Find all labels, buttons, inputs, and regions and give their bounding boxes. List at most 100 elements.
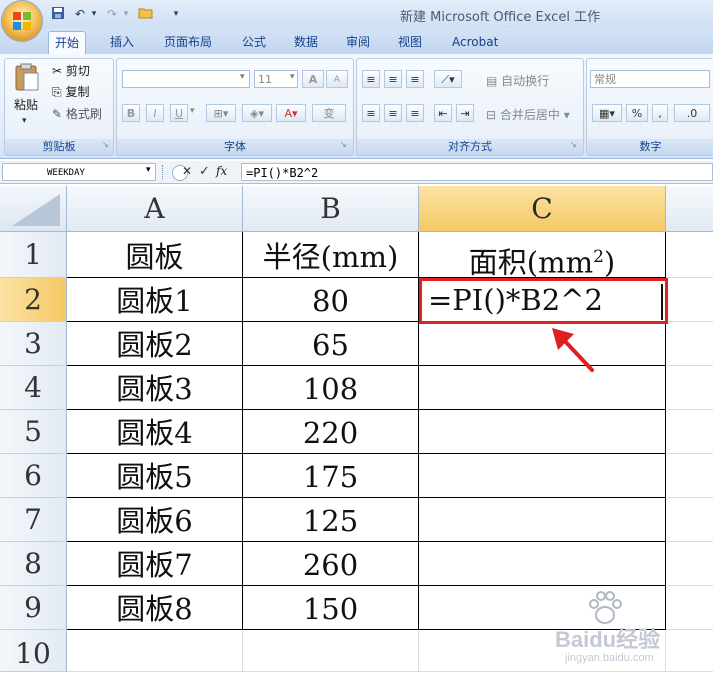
cell-b4[interactable]: 108 (243, 366, 419, 410)
increase-decimal-button[interactable]: .0 (674, 104, 710, 122)
column-header-c[interactable]: C (419, 186, 666, 232)
row-header-9[interactable]: 9 (0, 586, 67, 630)
number-format-combo[interactable]: 常规 (590, 70, 710, 88)
paste-icon[interactable] (12, 62, 42, 92)
name-box-dropdown-icon[interactable]: ▾ (146, 165, 151, 175)
align-left-button[interactable]: ≡ (362, 104, 380, 122)
comma-button[interactable]: , (652, 104, 668, 122)
cell-c7[interactable] (419, 498, 666, 542)
cell-d4[interactable] (666, 366, 713, 410)
cell-b9[interactable]: 150 (243, 586, 419, 630)
name-box[interactable]: WEEKDAY (2, 163, 156, 181)
cell-d7[interactable] (666, 498, 713, 542)
font-launcher-icon[interactable]: ↘ (340, 140, 347, 149)
cell-d3[interactable] (666, 322, 713, 366)
copy-button[interactable]: ⎘ 复制 (52, 83, 89, 100)
format-painter-button[interactable]: ✎ 格式刷 (52, 105, 102, 122)
cell-b7[interactable]: 125 (243, 498, 419, 542)
cell-a8[interactable]: 圆板7 (67, 542, 243, 586)
column-header-d[interactable] (666, 186, 713, 232)
row-header-1[interactable]: 1 (0, 232, 67, 278)
align-right-button[interactable]: ≡ (406, 104, 424, 122)
office-button[interactable] (2, 1, 42, 41)
middle-align-button[interactable]: ≡ (384, 70, 402, 88)
cell-c5[interactable] (419, 410, 666, 454)
cell-a6[interactable]: 圆板5 (67, 454, 243, 498)
row-header-7[interactable]: 7 (0, 498, 67, 542)
open-folder-icon[interactable] (138, 6, 154, 22)
cell-d5[interactable] (666, 410, 713, 454)
formula-bar-splitter[interactable] (162, 165, 171, 179)
tab-data[interactable]: 数据 (288, 31, 324, 53)
cell-a5[interactable]: 圆板4 (67, 410, 243, 454)
shrink-font-button[interactable]: A (326, 70, 348, 88)
tab-view[interactable]: 视图 (392, 31, 428, 53)
cell-a1[interactable]: 圆板 (67, 232, 243, 278)
cut-button[interactable]: ✂ 剪切 (52, 62, 90, 79)
cell-b8[interactable]: 260 (243, 542, 419, 586)
underline-dropdown-icon[interactable]: ▾ (190, 106, 195, 116)
tab-review[interactable]: 审阅 (340, 31, 376, 53)
font-name-dropdown-icon[interactable]: ▾ (240, 72, 245, 82)
cell-b1[interactable]: 半径(mm) (243, 232, 419, 278)
wrap-text-button[interactable]: ▤ 自动换行 (486, 72, 549, 89)
row-header-8[interactable]: 8 (0, 542, 67, 586)
merge-center-button[interactable]: ⊟ 合并后居中 ▾ (486, 106, 570, 123)
paste-dropdown-icon[interactable]: ▾ (22, 116, 27, 126)
cell-b5[interactable]: 220 (243, 410, 419, 454)
top-align-button[interactable]: ≡ (362, 70, 380, 88)
bottom-align-button[interactable]: ≡ (406, 70, 424, 88)
clipboard-launcher-icon[interactable]: ↘ (102, 140, 109, 149)
row-header-3[interactable]: 3 (0, 322, 67, 366)
cell-a3[interactable]: 圆板2 (67, 322, 243, 366)
cell-b2[interactable]: 80 (243, 278, 419, 322)
cell-b6[interactable]: 175 (243, 454, 419, 498)
align-center-button[interactable]: ≡ (384, 104, 402, 122)
cell-c1[interactable]: 面积(mm2) (419, 232, 666, 278)
phonetic-button[interactable]: 变 (312, 104, 346, 122)
customize-icon[interactable]: ▾ (168, 6, 184, 22)
row-header-10[interactable]: 10 (0, 630, 67, 672)
row-header-6[interactable]: 6 (0, 454, 67, 498)
column-header-a[interactable]: A (67, 186, 243, 232)
underline-button[interactable]: U (170, 104, 188, 122)
cell-a7[interactable]: 圆板6 (67, 498, 243, 542)
orientation-button[interactable]: ⟋▾ (434, 70, 462, 88)
borders-button[interactable]: ⊞▾ (206, 104, 236, 122)
column-header-b[interactable]: B (243, 186, 419, 232)
currency-button[interactable]: ▦▾ (592, 104, 622, 122)
save-icon[interactable] (50, 6, 66, 22)
row-header-4[interactable]: 4 (0, 366, 67, 410)
tab-acrobat[interactable]: Acrobat (446, 31, 504, 53)
cell-b10[interactable] (243, 630, 419, 672)
font-name-combo[interactable] (122, 70, 250, 88)
cancel-icon[interactable]: ✕ (182, 164, 192, 178)
alignment-launcher-icon[interactable]: ↘ (570, 140, 577, 149)
cell-a9[interactable]: 圆板8 (67, 586, 243, 630)
cell-d6[interactable] (666, 454, 713, 498)
italic-button[interactable]: I (146, 104, 164, 122)
font-size-dropdown-icon[interactable]: ▾ (290, 72, 295, 82)
enter-icon[interactable]: ✓ (199, 164, 210, 179)
formula-input[interactable]: =PI()*B2^2 (241, 163, 713, 181)
cell-d1[interactable] (666, 232, 713, 278)
tab-insert[interactable]: 插入 (104, 31, 140, 53)
cell-d8[interactable] (666, 542, 713, 586)
row-header-2[interactable]: 2 (0, 278, 67, 322)
cell-c8[interactable] (419, 542, 666, 586)
bold-button[interactable]: B (122, 104, 140, 122)
cell-c6[interactable] (419, 454, 666, 498)
row-header-5[interactable]: 5 (0, 410, 67, 454)
fill-color-button[interactable]: ◈▾ (242, 104, 272, 122)
insert-function-icon[interactable]: fx (216, 164, 227, 178)
redo-dropdown-icon[interactable]: ▾ (118, 6, 134, 22)
tab-home[interactable]: 开始 (48, 31, 87, 54)
cell-a2[interactable]: 圆板1 (67, 278, 243, 322)
decrease-indent-button[interactable]: ⇤ (434, 104, 452, 122)
cell-d2[interactable] (666, 278, 713, 322)
percent-button[interactable]: % (626, 104, 648, 122)
undo-dropdown-icon[interactable]: ▾ (86, 6, 102, 22)
increase-indent-button[interactable]: ⇥ (456, 104, 474, 122)
cell-a4[interactable]: 圆板3 (67, 366, 243, 410)
cell-a10[interactable] (67, 630, 243, 672)
